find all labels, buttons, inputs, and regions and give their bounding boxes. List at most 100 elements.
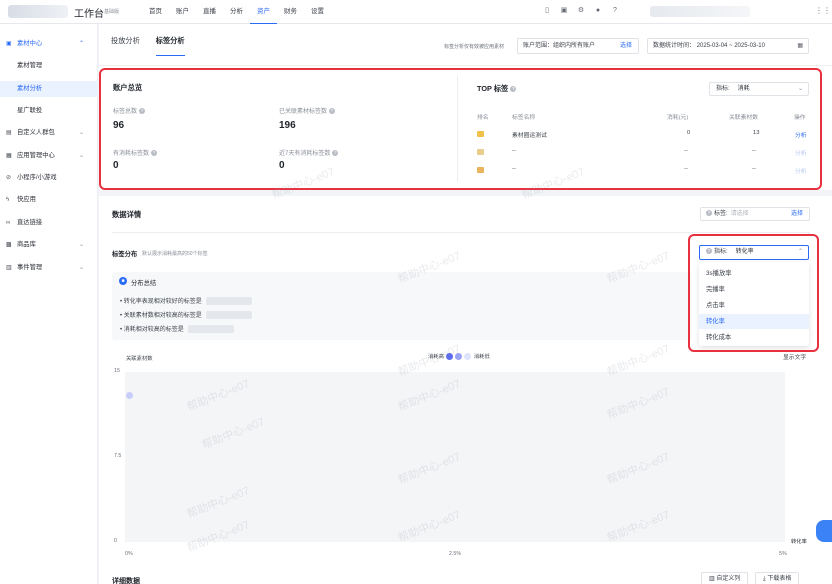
sidebar-item-label: 快应用	[17, 196, 36, 203]
sidebar-item-label: 星广联投	[17, 107, 43, 114]
help-icon: ?	[706, 210, 712, 217]
sidebar-item-label: 自定义人群包	[17, 129, 55, 136]
download-table-button[interactable]: ⤓ 下载表格	[755, 572, 800, 584]
date-range-picker[interactable]: 数据统计时间： 2025-03-04 ~ 2025-03-10 ▦	[647, 38, 809, 54]
detailed-data-title: 详细数据	[112, 578, 140, 584]
chevron-down-icon: ⌄	[79, 242, 85, 248]
top-icon-group: ▯ ▣ ⚙ ● ?	[543, 6, 619, 15]
data-details-title: 数据详情	[112, 210, 142, 219]
sidebar-item-label: 素材分析	[17, 85, 43, 92]
show-text-toggle[interactable]: 显示文字	[783, 352, 806, 361]
top-bar: 工作台 基础版 首页 账户 直播 分析 资产 财务 设置 ▯ ▣ ⚙ ● ? ⋮…	[0, 0, 832, 24]
nav-analysis[interactable]: 分析	[223, 0, 250, 24]
summary-item: • 转化率表现相对较好的标签是	[120, 296, 252, 306]
tag-filter-label: 标签:	[714, 211, 728, 217]
legend-dot-mid	[455, 353, 463, 361]
sidebar-item-label: 应用管理中心	[17, 152, 55, 159]
chevron-up-icon: ⌃	[79, 41, 85, 47]
summary-icon: ■	[119, 277, 127, 285]
workspace-title: 工作台	[74, 9, 104, 20]
sidebar-item-label: 直达链接	[17, 219, 43, 226]
sidebar-item-event-management[interactable]: ▥ 事件管理 ⌄	[0, 260, 98, 276]
deep-link-icon: ∞	[6, 220, 11, 226]
scatter-point[interactable]	[126, 391, 133, 399]
x-tick-label: 5%	[779, 551, 787, 557]
section-gap	[99, 190, 832, 196]
tab-delivery-analysis[interactable]: 投放分析	[111, 36, 140, 56]
brand-logo[interactable]	[8, 5, 68, 18]
legend-low-label: 消耗低	[473, 354, 490, 360]
filter-note: 标签分析仅有效被应用素材	[444, 44, 505, 50]
sidebar-item-deep-link[interactable]: ∞ 直达链接	[0, 215, 98, 231]
highlight-frame-overview	[99, 68, 822, 190]
assistant-icon[interactable]	[816, 520, 832, 542]
phone-icon[interactable]: ▯	[543, 6, 551, 15]
app-center-icon: ▦	[6, 153, 12, 159]
nav-account[interactable]: 账户	[169, 0, 196, 24]
scatter-plot-area[interactable]	[125, 372, 785, 542]
nav-live[interactable]: 直播	[196, 0, 223, 24]
tag-distribution-label: 标签分布	[112, 251, 138, 258]
account-scope-select-link[interactable]: 选择	[620, 39, 632, 53]
analysis-tabs: 投放分析 标签分析	[111, 36, 185, 56]
date-value: 2025-03-04 ~ 2025-03-10	[696, 43, 765, 49]
legend-high-label: 消耗高	[428, 354, 444, 360]
sidebar-item-xingguang[interactable]: 星广联投	[0, 103, 98, 119]
nav-finance[interactable]: 财务	[277, 0, 304, 24]
mini-program-icon: ⊘	[6, 175, 12, 181]
legend-dot-low	[464, 353, 472, 361]
tag-filter-select[interactable]: ? 标签: 请选择 选择	[700, 207, 810, 221]
chart-y-axis-label: 关联素材数	[126, 356, 153, 362]
sidebar-item-mini-program[interactable]: ⊘ 小程序/小游戏	[0, 170, 98, 186]
app-grid-icon[interactable]: ⋮⋮	[815, 6, 831, 15]
tab-tag-analysis[interactable]: 标签分析	[155, 36, 185, 56]
product-library-icon: ▩	[6, 242, 12, 248]
top-nav: 首页 账户 直播 分析 资产 财务 设置	[142, 0, 331, 24]
bell-icon[interactable]: ●	[594, 6, 602, 15]
account-scope-value: 组织内所有账户	[553, 43, 596, 49]
sidebar-item-label: 素材中心	[17, 40, 43, 47]
nav-settings[interactable]: 设置	[304, 0, 331, 24]
edition-badge: 基础版	[104, 9, 120, 15]
summary-title: 分布总结	[131, 280, 157, 287]
audience-pack-icon: ▤	[6, 130, 12, 136]
custom-columns-button[interactable]: ▥ 自定义列	[701, 572, 749, 584]
calendar-icon[interactable]: ▦	[797, 39, 803, 53]
tag-filter-placeholder: 请选择	[730, 211, 749, 217]
tools-icon[interactable]: ⚙	[577, 6, 585, 15]
summary-item: • 消耗相对较高的标签是	[120, 324, 234, 334]
nav-home[interactable]: 首页	[142, 0, 169, 24]
sidebar-item-label: 小程序/小游戏	[17, 174, 57, 181]
user-account-menu[interactable]	[650, 6, 750, 17]
material-center-icon: ▣	[6, 41, 12, 47]
sidebar-item-product-library[interactable]: ▩ 商品库 ⌄	[0, 237, 98, 253]
sidebar-item-label: 商品库	[17, 241, 36, 248]
x-tick-label: 0%	[125, 551, 133, 557]
legend-dot-high	[446, 353, 454, 361]
chevron-down-icon: ⌄	[79, 265, 85, 271]
sidebar: ▣ 素材中心 ⌃ 素材管理 素材分析 星广联投 ▤ 自定义人群包 ⌄ ▦ 应用管…	[0, 24, 98, 584]
date-label: 数据统计时间：	[653, 43, 696, 49]
sidebar-item-quick-app[interactable]: ϟ 快应用	[0, 192, 98, 208]
briefcase-icon[interactable]: ▣	[560, 6, 568, 15]
sidebar-item-audience-pack[interactable]: ▤ 自定义人群包 ⌄	[0, 125, 98, 141]
sidebar-item-label: 事件管理	[17, 264, 43, 271]
sidebar-item-material-center[interactable]: ▣ 素材中心 ⌃	[0, 36, 98, 52]
account-scope-filter[interactable]: 账户范围：组织内所有账户 选择	[517, 38, 639, 54]
y-tick-label: 0	[114, 538, 117, 544]
help-icon[interactable]: ?	[611, 6, 619, 15]
account-scope-label: 账户范围：	[523, 43, 554, 49]
sidebar-item-app-center[interactable]: ▦ 应用管理中心 ⌄	[0, 148, 98, 164]
event-management-icon: ▥	[6, 265, 12, 271]
quick-app-icon: ϟ	[6, 197, 10, 203]
tag-distribution-note: 默认展示消耗最高的50个标签	[142, 251, 208, 257]
y-tick-label: 15	[114, 368, 120, 374]
sidebar-item-material-management[interactable]: 素材管理	[0, 58, 98, 74]
divider	[99, 65, 832, 66]
nav-assets[interactable]: 资产	[250, 0, 277, 24]
tag-filter-select-link[interactable]: 选择	[791, 208, 803, 220]
highlight-frame-dropdown	[688, 234, 819, 352]
summary-item: • 关联素材数相对较高的标签是	[120, 310, 252, 320]
chart-x-axis-label: 转化率	[791, 539, 807, 545]
sidebar-item-material-analysis[interactable]: 素材分析	[0, 81, 98, 97]
